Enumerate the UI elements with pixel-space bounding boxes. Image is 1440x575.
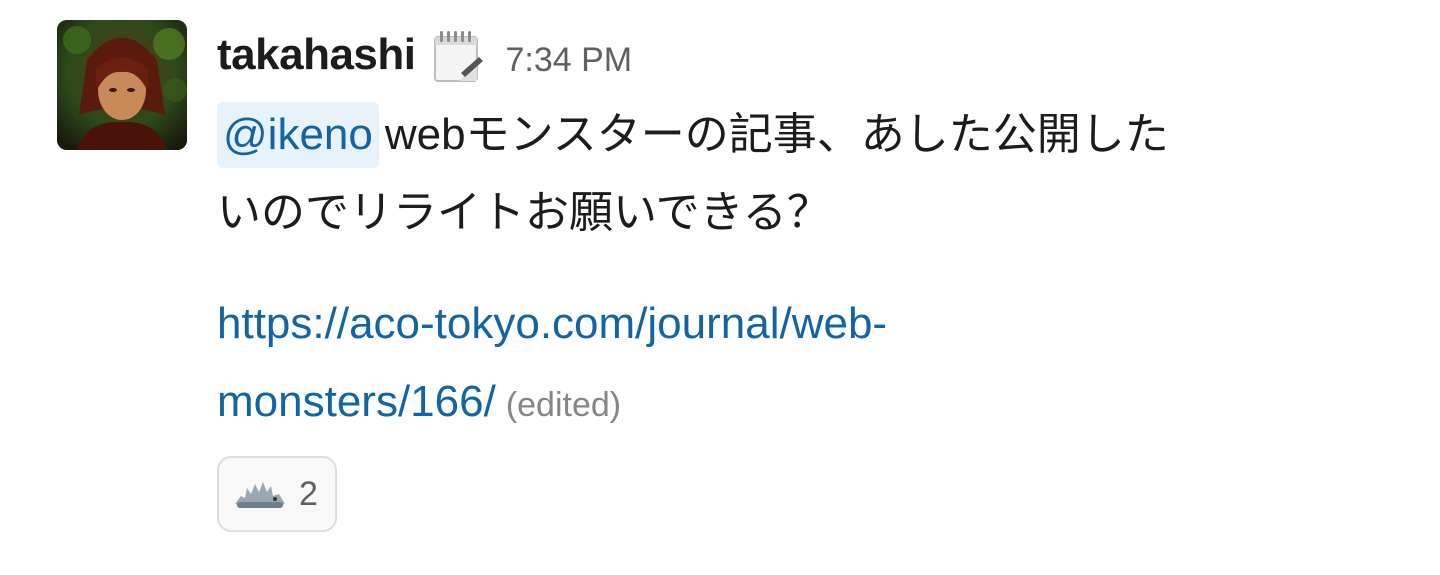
link-line1[interactable]: https://aco-tokyo.com/journal/web-	[217, 299, 887, 348]
monster-emoji-icon	[231, 474, 289, 514]
reaction-count: 2	[299, 474, 318, 513]
timestamp[interactable]: 7:34 PM	[505, 41, 632, 80]
spiral-notepad-icon[interactable]	[431, 29, 485, 85]
message-link-block: https://aco-tokyo.com/journal/web-monste…	[217, 285, 1317, 444]
message-text-line1: webモンスターの記事、あした公開した	[384, 110, 1169, 159]
avatar-image	[57, 20, 187, 150]
link-line2[interactable]: monsters/166/	[217, 377, 496, 426]
avatar[interactable]	[57, 20, 187, 150]
username[interactable]: takahashi	[217, 30, 416, 80]
message-header: takahashi 7:34 PM	[217, 20, 632, 90]
reaction-button[interactable]: 2	[217, 456, 337, 532]
message-body: @ikeno webモンスターの記事、あした公開した いのでリライトお願いできる？	[217, 96, 1417, 252]
chat-message: takahashi 7:34 PM @ikeno webモンスターの記事、あした公…	[0, 0, 1440, 575]
message-text-line2: いのでリライトお願いできる？	[217, 188, 831, 237]
edited-label: (edited)	[505, 386, 622, 424]
user-mention[interactable]: @ikeno	[217, 102, 379, 168]
